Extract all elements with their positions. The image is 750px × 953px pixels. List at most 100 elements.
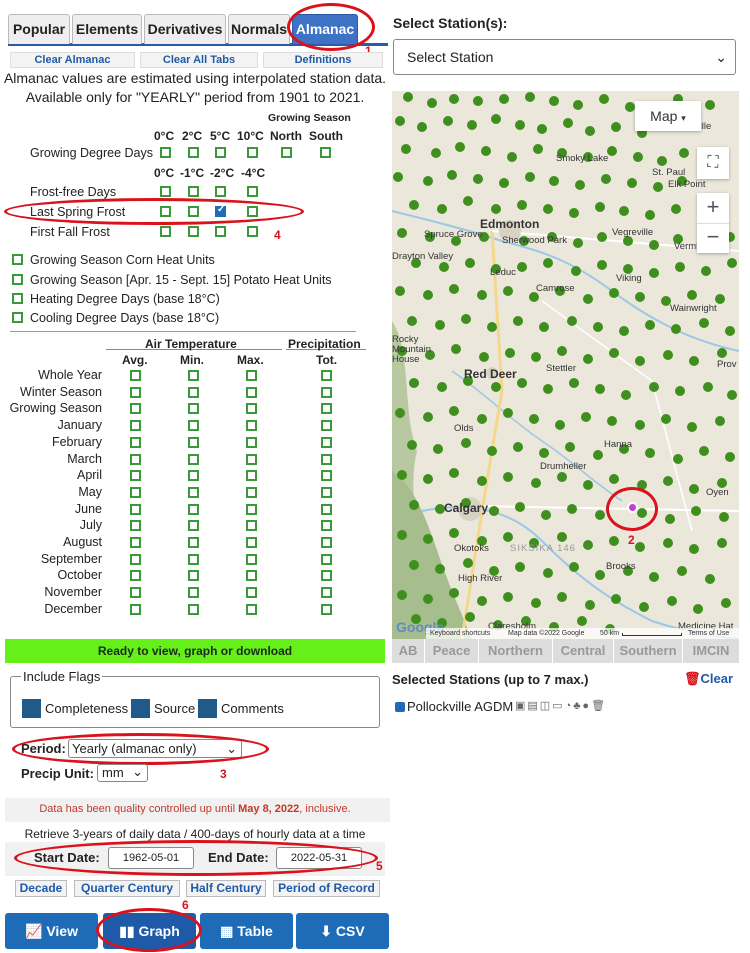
first-fall-frost-checkbox[interactable] (215, 226, 226, 237)
station-marker[interactable] (645, 210, 655, 220)
station-marker[interactable] (597, 260, 607, 270)
station-marker[interactable] (687, 290, 697, 300)
station-marker[interactable] (565, 442, 575, 452)
temp-row-checkbox[interactable] (188, 520, 199, 532)
station-marker[interactable] (677, 566, 687, 576)
station-marker[interactable] (499, 94, 509, 104)
region-northern-button[interactable]: Northern (479, 639, 553, 663)
keyboard-shortcuts-link[interactable]: Keyboard shortcuts (430, 628, 490, 639)
station-marker[interactable] (573, 100, 583, 110)
first-fall-frost-checkbox[interactable] (247, 226, 258, 237)
station-marker[interactable] (531, 352, 541, 362)
clear-almanac-button[interactable]: Clear Almanac (10, 52, 135, 68)
station-marker[interactable] (555, 420, 565, 430)
station-marker[interactable] (607, 416, 617, 426)
station-marker[interactable] (595, 510, 605, 520)
temp-row-checkbox[interactable] (130, 553, 141, 565)
station-marker[interactable] (567, 504, 577, 514)
station-marker[interactable] (635, 292, 645, 302)
temp-row-checkbox[interactable] (321, 553, 332, 565)
station-marker[interactable] (653, 182, 663, 192)
station-marker[interactable] (687, 422, 697, 432)
station-marker[interactable] (639, 602, 649, 612)
station-marker[interactable] (477, 414, 487, 424)
station-checkbox[interactable] (395, 702, 405, 712)
station-marker[interactable] (531, 478, 541, 488)
station-marker[interactable] (443, 116, 453, 126)
temp-row-checkbox[interactable] (188, 486, 199, 498)
temp-row-checkbox[interactable] (130, 403, 141, 415)
station-marker[interactable] (541, 510, 551, 520)
station-marker[interactable] (433, 444, 443, 454)
temp-row-checkbox[interactable] (130, 603, 141, 615)
station-marker[interactable] (609, 348, 619, 358)
temp-row-checkbox[interactable] (188, 553, 199, 565)
tab-elements[interactable]: Elements (72, 14, 142, 44)
station-marker[interactable] (563, 118, 573, 128)
station-marker[interactable] (437, 382, 447, 392)
station-marker[interactable] (719, 512, 729, 522)
heating-degree-days-checkbox[interactable] (12, 293, 23, 304)
station-marker[interactable] (609, 474, 619, 484)
station-marker[interactable] (599, 94, 609, 104)
gdd-5-checkbox[interactable] (215, 147, 226, 158)
temp-row-checkbox[interactable] (321, 503, 332, 515)
station-marker[interactable] (395, 286, 405, 296)
table-button[interactable]: ▦ Table (200, 913, 293, 949)
temp-row-checkbox[interactable] (130, 386, 141, 398)
clear-all-tabs-button[interactable]: Clear All Tabs (140, 52, 258, 68)
corn-heat-units-checkbox[interactable] (12, 254, 23, 265)
station-marker[interactable] (675, 262, 685, 272)
station-marker[interactable] (505, 348, 515, 358)
station-marker[interactable] (649, 382, 659, 392)
station-marker[interactable] (529, 414, 539, 424)
temp-row-checkbox[interactable] (246, 470, 257, 482)
station-marker[interactable] (531, 598, 541, 608)
station-marker[interactable] (645, 320, 655, 330)
station-marker[interactable] (689, 544, 699, 554)
station-marker[interactable] (725, 452, 735, 462)
temp-row-checkbox[interactable] (188, 386, 199, 398)
station-marker[interactable] (595, 202, 605, 212)
temp-row-checkbox[interactable] (188, 420, 199, 432)
station-marker[interactable] (727, 258, 737, 268)
station-marker[interactable] (569, 208, 579, 218)
station-marker[interactable] (489, 506, 499, 516)
station-select[interactable]: Select Station ⌄ (393, 39, 736, 75)
station-marker[interactable] (423, 412, 433, 422)
station-marker[interactable] (625, 102, 635, 112)
cooling-degree-days-checkbox[interactable] (12, 312, 23, 323)
station-marker[interactable] (727, 390, 737, 400)
station-marker[interactable] (577, 616, 587, 626)
region-central-button[interactable]: Central (553, 639, 614, 663)
temp-row-checkbox[interactable] (321, 587, 332, 599)
region-southern-button[interactable]: Southern (614, 639, 683, 663)
station-marker[interactable] (667, 596, 677, 606)
temp-row-checkbox[interactable] (321, 386, 332, 398)
station-marker[interactable] (705, 100, 715, 110)
station-marker[interactable] (543, 258, 553, 268)
station-marker[interactable] (633, 152, 643, 162)
zoom-out-icon[interactable]: − (697, 223, 729, 253)
station-map[interactable]: BonnyvilleSmoky LakeSt. PaulElk PointEdm… (392, 91, 739, 639)
station-marker[interactable] (401, 144, 411, 154)
station-marker[interactable] (571, 266, 581, 276)
station-marker[interactable] (557, 346, 567, 356)
temp-row-checkbox[interactable] (130, 453, 141, 465)
station-marker[interactable] (721, 598, 731, 608)
station-marker[interactable] (423, 594, 433, 604)
station-marker[interactable] (657, 156, 667, 166)
region-imcin-button[interactable]: IMCIN (683, 639, 739, 663)
station-marker[interactable] (691, 506, 701, 516)
station-marker[interactable] (397, 530, 407, 540)
temp-row-checkbox[interactable] (130, 537, 141, 548)
frost-free-checkbox[interactable] (160, 186, 171, 197)
station-marker[interactable] (417, 122, 427, 132)
station-marker[interactable] (431, 148, 441, 158)
temp-row-checkbox[interactable] (321, 570, 332, 582)
station-marker[interactable] (663, 538, 673, 548)
station-marker[interactable] (449, 468, 459, 478)
station-marker[interactable] (517, 200, 527, 210)
definitions-button[interactable]: Definitions (263, 52, 383, 68)
station-marker[interactable] (395, 116, 405, 126)
